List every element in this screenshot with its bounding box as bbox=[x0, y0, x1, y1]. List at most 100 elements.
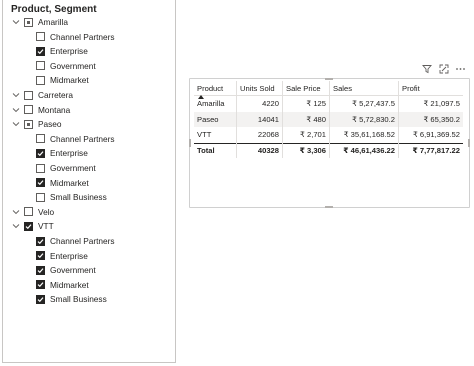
total-row: Total 40328 ₹ 3,306 ₹ 46,61,436.22 ₹ 7,77,81… bbox=[194, 142, 463, 158]
product-checkbox[interactable] bbox=[24, 119, 33, 129]
product-label: VTT bbox=[38, 221, 54, 232]
resize-handle-top[interactable] bbox=[325, 78, 333, 80]
column-header[interactable]: Profit bbox=[398, 81, 463, 96]
chevron-down-icon[interactable] bbox=[11, 105, 20, 114]
segment-checkbox[interactable] bbox=[36, 236, 45, 246]
resize-handle-bottom[interactable] bbox=[325, 206, 333, 208]
slicer-subitem[interactable]: Channel Partners bbox=[36, 31, 115, 43]
total-cell: ₹ 3,306 bbox=[282, 142, 330, 158]
table-cell: 14041 bbox=[236, 111, 283, 127]
segment-checkbox[interactable] bbox=[36, 280, 45, 290]
table-cell: 4220 bbox=[236, 95, 283, 112]
sort-ascending-icon bbox=[198, 95, 204, 99]
segment-label: Midmarket bbox=[50, 75, 89, 86]
product-checkbox[interactable] bbox=[24, 90, 33, 100]
segment-checkbox[interactable] bbox=[36, 75, 45, 85]
chevron-down-icon[interactable] bbox=[11, 18, 20, 27]
segment-checkbox[interactable] bbox=[36, 134, 45, 144]
slicer-subitem[interactable]: Government bbox=[36, 162, 96, 174]
slicer-item-vtt[interactable]: VTT bbox=[11, 220, 54, 232]
chevron-down-icon[interactable] bbox=[11, 91, 20, 100]
table-row[interactable]: Paseo 14041 ₹ 480 ₹ 5,72,830.2 ₹ 65,350.2 bbox=[194, 111, 463, 127]
segment-checkbox[interactable] bbox=[36, 265, 45, 275]
slicer-subitem[interactable]: Enterprise bbox=[36, 45, 88, 57]
segment-checkbox[interactable] bbox=[36, 178, 45, 188]
table-cell: ₹ 65,350.2 bbox=[398, 111, 463, 127]
segment-label: Enterprise bbox=[50, 46, 88, 57]
segment-label: Midmarket bbox=[50, 279, 89, 290]
segment-checkbox[interactable] bbox=[36, 294, 45, 304]
slicer-item-velo[interactable]: Velo bbox=[11, 206, 54, 218]
segment-label: Midmarket bbox=[50, 177, 89, 188]
product-checkbox[interactable] bbox=[24, 105, 33, 115]
slicer-subitem[interactable]: Government bbox=[36, 60, 96, 72]
segment-label: Government bbox=[50, 60, 96, 71]
product-label: Velo bbox=[38, 206, 55, 217]
resize-handle-right[interactable] bbox=[468, 139, 470, 147]
product-segment-slicer: Product, Segment Amarilla Channel Partner… bbox=[2, 0, 176, 363]
filter-icon[interactable] bbox=[421, 64, 432, 75]
segment-checkbox[interactable] bbox=[36, 251, 45, 261]
total-cell: ₹ 46,61,436.22 bbox=[329, 142, 399, 158]
slicer-subitem[interactable]: Enterprise bbox=[36, 250, 88, 262]
table-cell: ₹ 125 bbox=[282, 95, 330, 112]
table-row[interactable]: Amarilla 4220 ₹ 125 ₹ 5,27,437.5 ₹ 21,097.5 bbox=[194, 95, 463, 112]
column-header[interactable]: Product bbox=[194, 81, 237, 99]
segment-label: Government bbox=[50, 265, 96, 276]
segment-checkbox[interactable] bbox=[36, 148, 45, 158]
segment-label: Channel Partners bbox=[50, 236, 115, 246]
more-options-icon[interactable] bbox=[455, 64, 466, 75]
slicer-subitem[interactable]: Small Business bbox=[36, 293, 107, 305]
segment-checkbox[interactable] bbox=[36, 61, 45, 71]
focus-mode-icon[interactable] bbox=[438, 64, 449, 75]
segment-checkbox[interactable] bbox=[36, 32, 45, 42]
column-header[interactable]: Sale Price bbox=[282, 81, 330, 96]
segment-checkbox[interactable] bbox=[36, 163, 45, 173]
chevron-down-icon[interactable] bbox=[11, 120, 20, 129]
slicer-item-paseo[interactable]: Paseo bbox=[11, 118, 62, 130]
slicer-subitem[interactable]: Small Business bbox=[36, 191, 107, 203]
chevron-down-icon[interactable] bbox=[11, 222, 20, 231]
table-cell: ₹ 21,097.5 bbox=[423, 99, 460, 109]
segment-label: Government bbox=[50, 163, 96, 173]
column-header[interactable]: Sales bbox=[329, 81, 399, 96]
total-cell: 40328 bbox=[236, 142, 283, 158]
table-cell: ₹ 2,701 bbox=[282, 127, 330, 143]
segment-checkbox[interactable] bbox=[36, 46, 45, 56]
product-label: Carretera bbox=[38, 90, 74, 100]
slicer-subitem[interactable]: Midmarket bbox=[36, 279, 89, 291]
slicer-item-carretera[interactable]: Carretera bbox=[11, 89, 73, 101]
product-checkbox[interactable] bbox=[24, 207, 33, 217]
product-checkbox[interactable] bbox=[24, 221, 33, 231]
table-cell: ₹ 6,91,369.52 bbox=[412, 130, 460, 140]
data-table: Product Units Sold Sale Price Sales Profit A… bbox=[194, 81, 463, 158]
product-label: Paseo bbox=[38, 119, 62, 130]
slicer-subitem[interactable]: Midmarket bbox=[36, 74, 89, 86]
slicer-title: Product, Segment bbox=[11, 4, 97, 15]
visual-header-icons bbox=[421, 63, 466, 75]
resize-handle-left[interactable] bbox=[189, 139, 191, 147]
table-cell: ₹ 35,61,168.52 bbox=[329, 127, 399, 143]
segment-label: Small Business bbox=[50, 192, 107, 203]
slicer-subitem[interactable]: Channel Partners bbox=[36, 133, 115, 145]
chevron-down-icon[interactable] bbox=[11, 207, 20, 216]
segment-label: Channel Partners bbox=[50, 31, 115, 42]
column-header[interactable]: Units Sold bbox=[236, 81, 283, 96]
segment-checkbox[interactable] bbox=[36, 192, 45, 202]
slicer-item-montana[interactable]: Montana bbox=[11, 104, 70, 116]
table-cell: Paseo bbox=[194, 111, 237, 127]
total-cell: ₹ 7,77,817.22 bbox=[398, 142, 463, 158]
slicer-subitem[interactable]: Government bbox=[36, 264, 96, 276]
segment-label: Enterprise bbox=[50, 250, 88, 261]
matrix-visual[interactable]: Product Units Sold Sale Price Sales Profit A… bbox=[189, 78, 470, 208]
product-checkbox[interactable] bbox=[24, 17, 33, 27]
slicer-item-amarilla[interactable]: Amarilla bbox=[11, 16, 68, 28]
slicer-subitem[interactable]: Midmarket bbox=[36, 177, 89, 189]
total-cell: Total bbox=[194, 142, 237, 158]
table-cell: ₹ 480 bbox=[282, 111, 330, 127]
segment-label: Small Business bbox=[50, 294, 107, 305]
slicer-subitem[interactable]: Channel Partners bbox=[36, 235, 115, 247]
slicer-subitem[interactable]: Enterprise bbox=[36, 147, 88, 159]
table-cell: ₹ 5,27,437.5 bbox=[329, 95, 399, 112]
table-row[interactable]: VTT 22068 ₹ 2,701 ₹ 35,61,168.52 ₹ 6,91,369.… bbox=[194, 127, 463, 143]
